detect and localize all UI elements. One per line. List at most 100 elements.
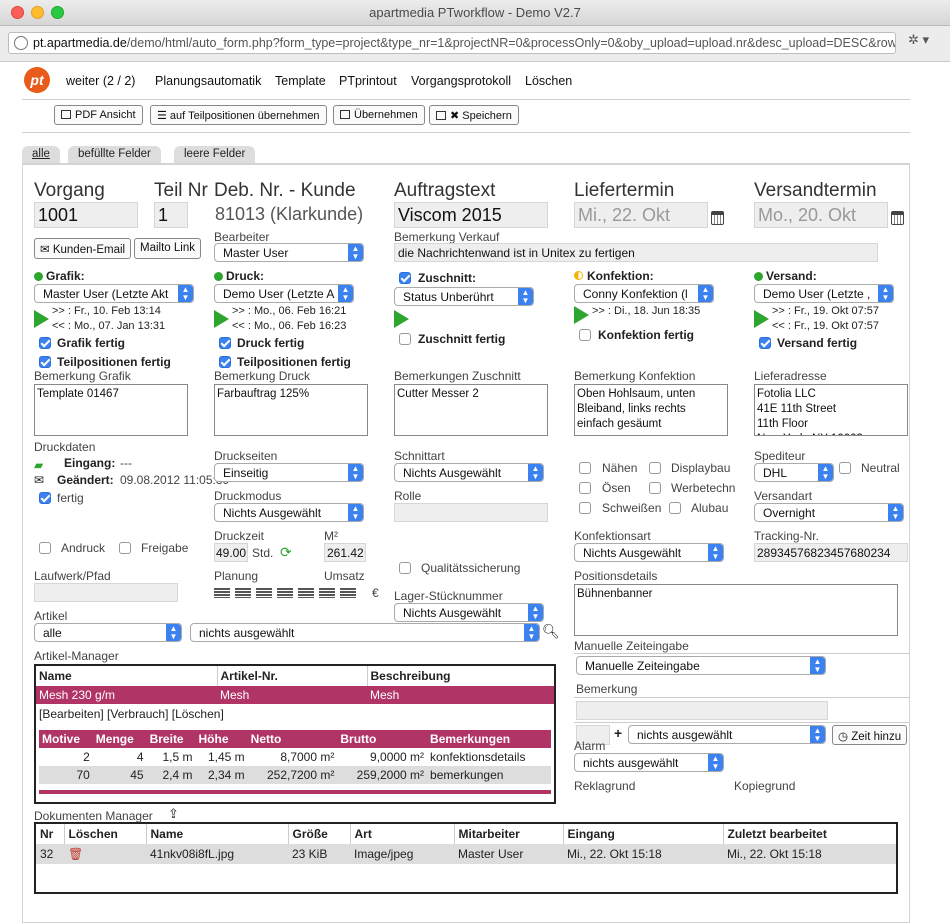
bemerkung-grafik-textarea[interactable]: Template 01467 <box>34 384 188 436</box>
naehen-checkbox[interactable] <box>579 462 591 474</box>
calendar-icon[interactable] <box>711 211 724 225</box>
calendar-icon[interactable] <box>891 211 904 225</box>
schweissen-checkbox[interactable] <box>579 502 591 514</box>
lieferadresse-textarea[interactable]: Fotolia LLC 41E 11th Street 11th Floor N… <box>754 384 908 436</box>
chevron-updown-icon: ▲ ▼ <box>878 285 893 302</box>
versand-fertig-checkbox[interactable] <box>759 337 771 349</box>
tab-leere-felder[interactable]: leere Felder <box>174 146 256 163</box>
menu-template[interactable]: Template <box>275 74 326 88</box>
zeit-bemerkung-field[interactable] <box>576 701 828 720</box>
versandart-select[interactable]: Overnight ▲ ▼ <box>754 503 904 522</box>
konfektion-fertig-checkbox[interactable] <box>579 329 591 341</box>
tab-befuellte-felder[interactable]: befüllte Felder <box>68 146 161 163</box>
play-icon[interactable] <box>754 310 769 328</box>
zuschnitt-fertig-checkbox[interactable] <box>399 333 411 345</box>
row-actions[interactable]: [Bearbeiten] [Verbrauch] [Löschen] <box>36 704 554 723</box>
versand-user-select[interactable]: Demo User (Letzte , ▲ ▼ <box>754 284 894 303</box>
auftragstext-field[interactable]: Viscom 2015 <box>394 202 548 228</box>
druckdaten-fertig-checkbox[interactable] <box>39 492 51 504</box>
qualitaet-checkbox[interactable] <box>399 562 411 574</box>
pdf-view-button[interactable]: PDF Ansicht <box>54 105 143 125</box>
bemerkung-konfektion-label: Bemerkung Konfektion <box>574 369 696 383</box>
artikel-select[interactable]: nichts ausgewählt ▲ ▼ <box>190 623 540 642</box>
positionsdetails-textarea[interactable]: Bühnenbanner <box>574 584 898 636</box>
play-icon[interactable] <box>34 310 49 328</box>
bemerkung-verkauf-field[interactable]: die Nachrichtenwand ist in Unitex zu fer… <box>394 243 878 262</box>
freigabe-checkbox[interactable] <box>119 542 131 554</box>
druck-user-select[interactable]: Demo User (Letzte A ▲ ▼ <box>214 284 354 303</box>
zeit-activity-select[interactable]: nichts ausgewählt ▲ ▼ <box>628 725 826 744</box>
liefertermin-field[interactable]: Mi., 22. Okt <box>574 202 708 228</box>
table-row[interactable]: 32 🗑︎ 41nkv08i8fL.jpg 23 KiB Image/jpeg … <box>36 844 896 864</box>
zuschnitt-checkbox[interactable] <box>399 272 411 284</box>
konfektion-user-select[interactable]: Conny Konfektion (l ▲ ▼ <box>574 284 714 303</box>
spediteur-select[interactable]: DHL ▲ ▼ <box>754 463 834 482</box>
tab-alle[interactable]: alle <box>22 146 60 163</box>
oesen-checkbox[interactable] <box>579 482 591 494</box>
grid-icon <box>256 587 272 598</box>
werbetechn-checkbox[interactable] <box>649 482 661 494</box>
bearbeiter-select[interactable]: Master User ▲ ▼ <box>214 243 364 262</box>
druckzeit-field[interactable]: 49.00 <box>214 543 248 562</box>
schnittart-select[interactable]: Nichts Ausgewählt ▲ ▼ <box>394 463 544 482</box>
planung-grid[interactable] <box>214 585 361 599</box>
m2-field[interactable]: 261.42 <box>324 543 366 562</box>
mailto-link-button[interactable]: Mailto Link <box>134 238 201 259</box>
url-field[interactable]: pt.apartmedia.de/demo/html/auto_form.php… <box>8 32 896 54</box>
refresh-icon[interactable]: ⟳ <box>280 544 292 561</box>
kunden-email-button[interactable]: ✉ Kunden-Email <box>34 238 132 259</box>
table-row[interactable]: 70 45 2,4 m 2,34 m 252,7200 m² 259,2000 … <box>39 766 551 784</box>
cell-name[interactable]: 41nkv08i8fL.jpg <box>146 844 288 864</box>
vorgang-field[interactable]: 1001 <box>34 202 138 228</box>
displaybau-checkbox[interactable] <box>649 462 661 474</box>
menu-planungsautomatik[interactable]: Planungsautomatik <box>155 74 261 88</box>
play-icon[interactable] <box>214 310 229 328</box>
folder-icon[interactable]: ▰ <box>34 458 43 472</box>
lager-select[interactable]: Nichts Ausgewählt ▲ ▼ <box>394 603 544 622</box>
zeiteingabe-select[interactable]: Manuelle Zeiteingabe ▲ ▼ <box>576 656 826 675</box>
menu-weiter[interactable]: weiter (2 / 2) <box>66 74 135 88</box>
druckseiten-select[interactable]: Einseitig ▲ ▼ <box>214 463 364 482</box>
table-row[interactable]: 2 4 1,5 m 1,45 m 8,7000 m² 9,0000 m² kon… <box>39 748 551 766</box>
search-icon[interactable]: 🔍︎ <box>542 623 560 640</box>
druckdaten-fertig-label: fertig <box>57 491 84 505</box>
upload-icon[interactable]: ⇪ <box>168 806 179 822</box>
apply-button[interactable]: Übernehmen <box>333 105 425 125</box>
menu-vorgangsprotokoll[interactable]: Vorgangsprotokoll <box>411 74 511 88</box>
grafik-teil-checkbox[interactable] <box>39 356 51 368</box>
zuschnitt-status-select[interactable]: Status Unberührt ▲ ▼ <box>394 287 534 306</box>
andruck-checkbox[interactable] <box>39 542 51 554</box>
play-icon[interactable] <box>574 306 589 324</box>
alubau-checkbox[interactable] <box>669 502 681 514</box>
grafik-fertig-checkbox[interactable] <box>39 337 51 349</box>
table-row[interactable]: Mesh 230 g/m Mesh Mesh <box>36 686 554 704</box>
artikel-filter-select[interactable]: alle ▲ ▼ <box>34 623 182 642</box>
col-art: Art <box>349 824 454 844</box>
bemerkung-zuschnitt-textarea[interactable]: Cutter Messer 2 <box>394 384 548 436</box>
neutral-checkbox[interactable] <box>839 462 851 474</box>
save-label: Speichern <box>462 110 512 122</box>
grafik-user-select[interactable]: Master User (Letzte Akt ▲ ▼ <box>34 284 194 303</box>
druck-fertig-checkbox[interactable] <box>219 337 231 349</box>
druckmodus-select[interactable]: Nichts Ausgewählt ▲ ▼ <box>214 503 364 522</box>
plus-icon[interactable]: + <box>614 725 622 741</box>
bemerkung-konfektion-textarea[interactable]: Oben Hohlsaum, unten Bleiband, links rec… <box>574 384 728 436</box>
trash-icon[interactable]: 🗑︎ <box>68 847 83 861</box>
zeit-hinzu-button[interactable]: ◷ Zeit hinzu <box>832 725 908 745</box>
tracking-field[interactable]: 28934576823457680234 <box>754 543 908 562</box>
alarm-select[interactable]: nichts ausgewählt ▲ ▼ <box>574 753 724 772</box>
druck-teil-checkbox[interactable] <box>219 356 231 368</box>
menu-ptprintout[interactable]: PTprintout <box>339 74 397 88</box>
versandtermin-field[interactable]: Mo., 20. Okt <box>754 202 888 228</box>
konfektionsart-select[interactable]: Nichts Ausgewählt ▲ ▼ <box>574 543 724 562</box>
apply-subpositions-button[interactable]: ☰ auf Teilpositionen übernehmen <box>150 105 327 125</box>
laufwerk-field[interactable] <box>34 583 178 602</box>
zuschnitt-title: Zuschnitt: <box>418 271 476 285</box>
plugin-icon[interactable]: ✲ ▾ <box>908 32 929 48</box>
save-button[interactable]: ✖ Speichern <box>429 105 519 125</box>
bemerkung-druck-textarea[interactable]: Farbauftrag 125% <box>214 384 368 436</box>
teilnr-field[interactable]: 1 <box>154 202 188 228</box>
menu-loeschen[interactable]: Löschen <box>525 74 572 88</box>
rolle-field[interactable] <box>394 503 548 522</box>
play-icon[interactable] <box>394 310 409 328</box>
